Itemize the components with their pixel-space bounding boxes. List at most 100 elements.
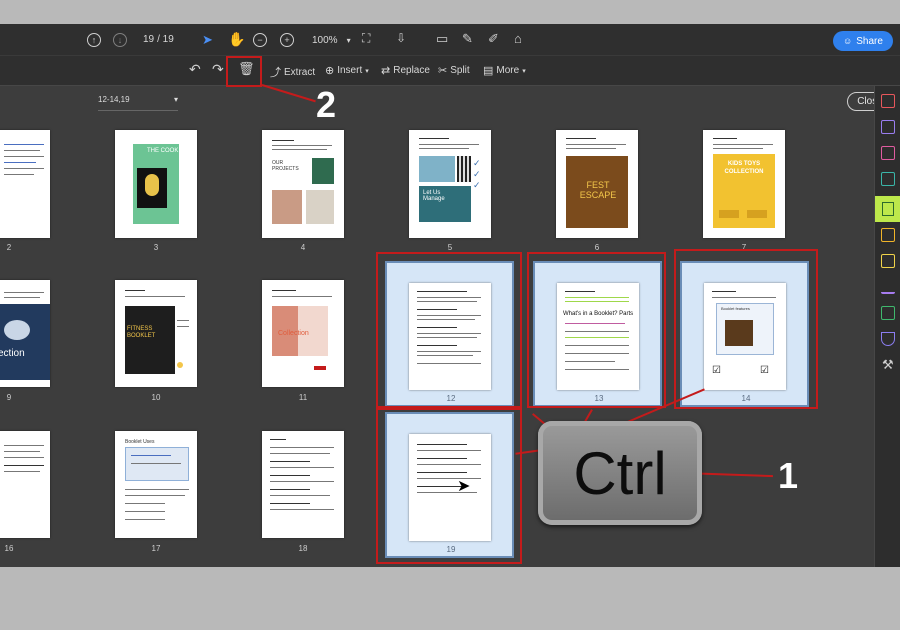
split-button[interactable]: ✂ Split <box>438 64 470 77</box>
share-label: Share <box>856 35 883 47</box>
page-tool-icon <box>882 202 894 216</box>
zoom-in-icon[interactable]: + <box>280 33 294 47</box>
ctrl-key-label: Ctrl <box>573 439 667 507</box>
main-toolbar: ↑ ↓ 19 / 19 ➤ ✋ − + 100% ▾ ⛶ ⇩ ▭ ✎ ✐ ⌂ ☺… <box>0 24 900 56</box>
extract-label: Extract <box>284 66 316 78</box>
more-icon: ▤ <box>483 65 494 77</box>
zoom-level[interactable]: 100% <box>312 35 338 46</box>
comment-tool-icon[interactable] <box>881 254 895 268</box>
page-total: / 19 <box>157 34 174 45</box>
zoom-dropdown-icon[interactable]: ▾ <box>347 36 351 45</box>
page-number: 4 <box>300 243 306 252</box>
more-button[interactable]: ▤ More ▾ <box>483 64 526 77</box>
extract-icon: ⤴ <box>270 67 281 79</box>
page-number: 17 <box>151 544 161 553</box>
page-thumb-11[interactable]: Collection <box>262 280 344 387</box>
pink-collection-title: Collection <box>278 330 309 337</box>
redo-icon[interactable]: ↷ <box>212 62 224 76</box>
add-person-icon: ☺ <box>843 36 853 46</box>
page-thumb-18[interactable] <box>262 431 344 538</box>
page-thumb-2[interactable] <box>0 130 50 238</box>
highlight-pen-icon[interactable]: ✎ <box>462 32 473 45</box>
projects-title: OUR PROJECTS <box>272 160 299 172</box>
ctrl-key: Ctrl <box>538 421 702 525</box>
page-thumb-10[interactable]: FITNESS BOOKLET <box>115 280 197 387</box>
selection-annotation-box-12 <box>376 252 522 408</box>
booklet-uses-title: Booklet Uses <box>125 439 155 445</box>
page-number: 10 <box>151 393 161 402</box>
step-number-2: 2 <box>316 84 337 125</box>
page-number: 18 <box>298 544 308 553</box>
selection-annotation-box-19 <box>376 408 522 564</box>
page-range-input[interactable]: 12-14,19 ▾ <box>98 95 178 111</box>
fitness-title: FITNESS BOOKLET <box>127 326 156 339</box>
fill-sign-icon[interactable] <box>881 280 895 294</box>
selection-annotation-box-14 <box>674 249 818 409</box>
more-label: More <box>496 65 520 76</box>
collection-cover <box>0 304 50 380</box>
insert-dropdown-icon: ▾ <box>365 67 369 75</box>
page-current[interactable]: 19 <box>143 34 154 45</box>
page-thumb-5[interactable]: Let Us Manage ✓ ✓ ✓ <box>409 130 491 238</box>
page-thumb-3[interactable]: THE COOK <box>115 130 197 238</box>
fest-title: FEST ESCAPE <box>579 180 617 200</box>
page-thumb-4[interactable]: OUR PROJECTS <box>262 130 344 238</box>
page-number: 5 <box>447 243 453 252</box>
replace-label: Replace <box>393 65 430 76</box>
replace-icon: ⇄ <box>381 65 391 77</box>
more-dropdown-icon: ▾ <box>522 67 526 75</box>
fit-page-icon[interactable]: ⛶ <box>362 32 370 44</box>
fitness-cover <box>125 306 175 374</box>
replace-button[interactable]: ⇄ Replace <box>381 64 430 77</box>
split-label: Split <box>450 65 470 76</box>
checklist-icon: ✓ ✓ ✓ <box>473 158 481 190</box>
manage-title: Let Us Manage <box>423 190 445 202</box>
tools-sidebar: ⚒ <box>874 86 900 567</box>
combine-files-icon[interactable] <box>881 120 895 134</box>
hand-tool-icon[interactable]: ✋ <box>228 32 245 46</box>
active-tool-highlight[interactable] <box>875 196 900 222</box>
print-production-icon[interactable] <box>881 306 895 320</box>
page-number: 9 <box>6 393 12 402</box>
insert-icon: ⊕ <box>325 65 335 77</box>
draw-icon[interactable]: ✐ <box>488 32 499 45</box>
comment-icon[interactable]: ▭ <box>436 32 448 45</box>
selection-annotation-box-13 <box>527 252 666 408</box>
collection-title: ection <box>0 348 25 359</box>
export-pdf-icon[interactable] <box>881 172 895 186</box>
zoom-out-icon[interactable]: − <box>253 33 267 47</box>
page-thumb-9[interactable]: ection <box>0 280 50 387</box>
page-thumb-6[interactable]: FEST ESCAPE <box>556 130 638 238</box>
scroll-mode-icon[interactable]: ⇩ <box>396 32 406 44</box>
organize-toolbar: 12-14,19 ▾ ↶ ↷ 🗑 ⤴ Extract ⊕ Insert ▾ ⇄ … <box>0 56 900 111</box>
extract-button[interactable]: ⤴ Extract <box>270 64 315 80</box>
scissors-icon: ✂ <box>438 65 448 77</box>
prev-page-icon[interactable]: ↑ <box>87 33 101 47</box>
cookbook-title: THE COOK <box>147 148 179 154</box>
toys-title: KIDS TOYS COLLECTION <box>724 161 764 175</box>
protect-shield-icon[interactable] <box>881 332 895 346</box>
page-number: 16 <box>4 544 14 553</box>
more-tools-wrench-icon[interactable]: ⚒ <box>882 358 894 371</box>
edit-pdf-icon[interactable] <box>881 228 895 242</box>
stamp-icon[interactable]: ⌂ <box>514 32 522 45</box>
delete-annotation-box <box>226 56 262 87</box>
next-page-icon[interactable]: ↓ <box>113 33 127 47</box>
select-cursor-icon[interactable]: ➤ <box>202 33 213 46</box>
organize-pages-icon[interactable] <box>881 146 895 160</box>
page-number: 11 <box>298 393 308 402</box>
page-thumb-17[interactable]: Booklet Uses <box>115 431 197 538</box>
page-range-value: 12-14,19 <box>98 95 130 104</box>
page-number: 2 <box>6 243 12 252</box>
insert-button[interactable]: ⊕ Insert ▾ <box>325 64 369 77</box>
insert-label: Insert <box>337 65 363 76</box>
create-pdf-icon[interactable] <box>881 94 895 108</box>
page-thumb-7[interactable]: KIDS TOYS COLLECTION <box>703 130 785 238</box>
page-number: 6 <box>594 243 600 252</box>
page-thumb-16[interactable] <box>0 431 50 538</box>
range-dropdown-icon[interactable]: ▾ <box>174 95 178 104</box>
share-button[interactable]: ☺ Share <box>833 31 893 51</box>
undo-icon[interactable]: ↶ <box>189 62 201 76</box>
page-number: 3 <box>153 243 159 252</box>
step-number-1: 1 <box>778 455 799 496</box>
